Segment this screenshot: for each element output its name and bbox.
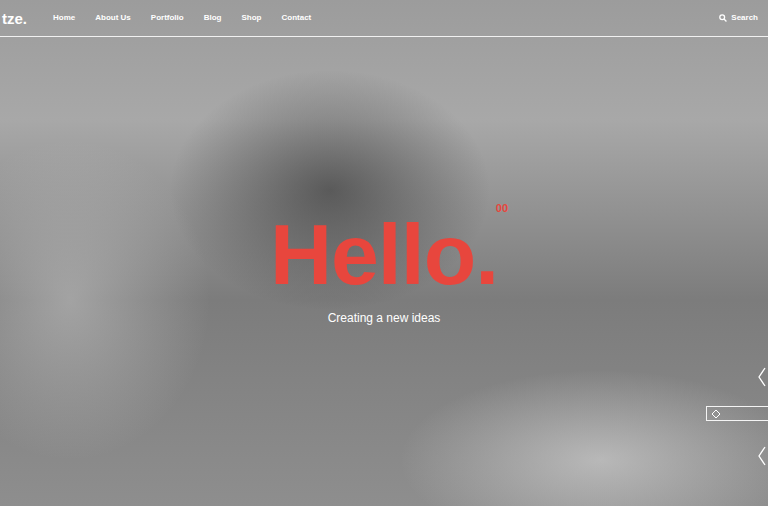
magnifier-icon (719, 14, 727, 22)
menu-item[interactable]: Blog (204, 13, 222, 23)
hero: Hello. 00 Creating a new ideas (0, 37, 768, 506)
site-header: tze. Home About Us Portfolio Blog Shop Contac… (0, 0, 768, 37)
menu-item[interactable]: Home (53, 13, 75, 23)
menu-item[interactable]: Shop (241, 13, 261, 23)
slide-counter: 00 (496, 203, 508, 214)
menu-item[interactable]: Portfolio (151, 13, 184, 23)
hero-title: Hello. (270, 211, 498, 297)
page: tze. Home About Us Portfolio Blog Shop Contac… (0, 0, 768, 506)
prev-arrow-icon[interactable] (758, 367, 766, 387)
next-arrow-icon[interactable] (758, 446, 766, 466)
menu-item[interactable]: About Us (95, 13, 131, 23)
menu-item[interactable]: Contact (281, 13, 311, 23)
logo[interactable]: tze. (2, 11, 27, 26)
main-menu: Home About Us Portfolio Blog Shop Contact (53, 13, 311, 23)
hero-title-block: Hello. 00 (270, 211, 498, 297)
slider-thumbs[interactable] (706, 406, 768, 421)
diamond-icon (711, 409, 721, 419)
hero-subtitle: Creating a new ideas (328, 311, 441, 325)
search-link[interactable]: Search (719, 13, 758, 23)
search-label: Search (731, 13, 758, 23)
